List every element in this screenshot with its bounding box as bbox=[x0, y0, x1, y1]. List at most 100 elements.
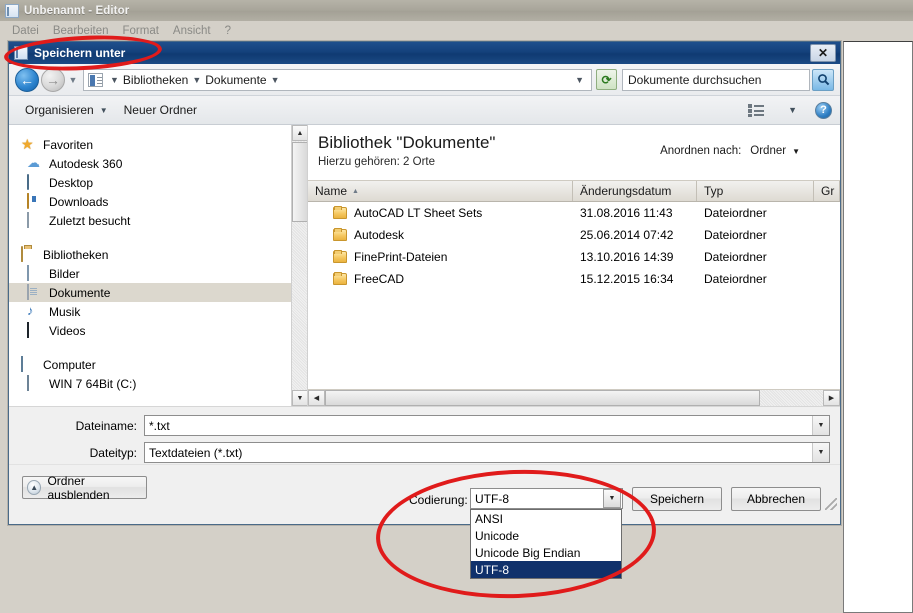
new-folder-button[interactable]: Neuer Ordner bbox=[116, 101, 205, 119]
sidebar-item-musik[interactable]: ♪ Musik bbox=[9, 302, 307, 321]
column-header-name[interactable]: Name ▲ bbox=[308, 181, 573, 201]
arrange-by-value: Ordner bbox=[750, 145, 786, 157]
forward-arrow-icon[interactable]: → bbox=[41, 68, 65, 92]
organize-button[interactable]: Organisieren ▼ bbox=[17, 101, 116, 119]
search-icon[interactable] bbox=[812, 69, 834, 91]
encoding-option-unicode-big-endian[interactable]: Unicode Big Endian bbox=[471, 544, 621, 561]
save-form: Dateiname: *.txt ▼ Dateityp: Textdateien… bbox=[9, 406, 840, 464]
menu-item-help[interactable]: ? bbox=[218, 24, 238, 38]
chevron-down-icon[interactable]: ▼ bbox=[812, 443, 829, 462]
sidebar-item-win7-c-drive[interactable]: WIN 7 64Bit (C:) bbox=[9, 374, 307, 393]
resize-grip-icon[interactable] bbox=[825, 498, 837, 510]
library-subtitle-label: Hierzu gehören: bbox=[318, 156, 400, 168]
breadcrumb-dropdown-icon[interactable]: ▼ bbox=[575, 75, 587, 85]
scroll-left-arrow-icon[interactable]: ◀ bbox=[308, 390, 325, 406]
scroll-up-arrow-icon[interactable]: ▲ bbox=[292, 125, 308, 141]
menu-item-bearbeiten[interactable]: Bearbeiten bbox=[46, 24, 116, 38]
encoding-value: UTF-8 bbox=[475, 492, 509, 506]
file-list-horizontal-scrollbar[interactable]: ◀ ▶ bbox=[308, 389, 840, 406]
table-row[interactable]: FreeCAD 15.12.2015 16:34 Dateiordner bbox=[308, 268, 840, 290]
table-row[interactable]: FinePrint-Dateien 13.10.2016 14:39 Datei… bbox=[308, 246, 840, 268]
column-header-modified[interactable]: Änderungsdatum bbox=[573, 181, 697, 201]
cancel-button[interactable]: Abbrechen bbox=[731, 487, 821, 511]
navpane-scrollbar[interactable]: ▲ ▼ bbox=[291, 125, 307, 406]
folder-icon bbox=[333, 273, 347, 285]
filetype-select[interactable]: Textdateien (*.txt) ▼ bbox=[144, 442, 830, 463]
sidebar-item-zuletzt-besucht[interactable]: Zuletzt besucht bbox=[9, 211, 307, 230]
file-name-cell: FinePrint-Dateien bbox=[308, 250, 573, 264]
chevron-right-icon[interactable]: ▼ bbox=[188, 75, 205, 85]
hard-drive-icon bbox=[27, 376, 43, 391]
breadcrumb[interactable]: ▼ Bibliotheken ▼ Dokumente ▼ ▼ bbox=[83, 69, 592, 91]
column-header-size[interactable]: Gr bbox=[814, 181, 840, 201]
sidebar-item-downloads[interactable]: Downloads bbox=[9, 192, 307, 211]
chevron-down-icon[interactable]: ▼ bbox=[66, 70, 80, 90]
chevron-right-icon[interactable]: ▼ bbox=[106, 75, 123, 85]
scrollbar-thumb[interactable] bbox=[292, 142, 308, 222]
list-view-icon bbox=[748, 103, 764, 117]
scroll-right-arrow-icon[interactable]: ▶ bbox=[823, 390, 840, 406]
column-headers: Name ▲ Änderungsdatum Typ Gr bbox=[308, 180, 840, 202]
library-subtitle-value: 2 Orte bbox=[403, 156, 435, 168]
refresh-icon[interactable]: ⟳ bbox=[596, 69, 617, 90]
organize-label: Organisieren bbox=[25, 103, 94, 117]
sidebar-item-label: Downloads bbox=[49, 195, 108, 209]
command-bar: Organisieren ▼ Neuer Ordner ▼ ? bbox=[9, 96, 840, 125]
sidebar-item-autodesk-360[interactable]: ☁ Autodesk 360 bbox=[9, 154, 307, 173]
chevron-down-icon[interactable]: ▼ bbox=[812, 416, 829, 435]
sidebar-group-bibliotheken[interactable]: Bibliotheken bbox=[9, 245, 307, 264]
close-button[interactable]: ✕ bbox=[810, 44, 836, 62]
save-button[interactable]: Speichern bbox=[632, 487, 722, 511]
navigation-bar: ← → ▼ ▼ Bibliotheken ▼ Dokumente ▼ ▼ ⟳ D… bbox=[9, 64, 840, 96]
table-row[interactable]: Autodesk 25.06.2014 07:42 Dateiordner bbox=[308, 224, 840, 246]
file-type-cell: Dateiordner bbox=[697, 206, 814, 220]
notepad-text-area[interactable] bbox=[843, 41, 913, 613]
menu-item-format[interactable]: Format bbox=[115, 24, 165, 38]
sidebar-item-label: Dokumente bbox=[49, 286, 110, 300]
column-header-type[interactable]: Typ bbox=[697, 181, 814, 201]
encoding-select[interactable]: UTF-8 ▼ bbox=[470, 488, 623, 509]
menu-item-ansicht[interactable]: Ansicht bbox=[166, 24, 218, 38]
sort-ascending-icon: ▲ bbox=[352, 188, 359, 195]
file-type-cell: Dateiordner bbox=[697, 272, 814, 286]
scrollbar-thumb[interactable] bbox=[325, 390, 760, 406]
downloads-folder-icon bbox=[27, 194, 43, 209]
view-mode-dropdown[interactable]: ▼ bbox=[774, 103, 805, 117]
sidebar-group-computer[interactable]: Computer bbox=[9, 355, 307, 374]
view-mode-button[interactable] bbox=[740, 101, 774, 119]
chevron-down-icon[interactable]: ▼ bbox=[603, 489, 621, 508]
breadcrumb-item-dokumente[interactable]: Dokumente bbox=[205, 73, 266, 87]
dialog-body: ★ Favoriten ☁ Autodesk 360 Desktop Downl… bbox=[9, 125, 840, 406]
sidebar-item-dokumente[interactable]: Dokumente bbox=[9, 283, 307, 302]
filetype-value: Textdateien (*.txt) bbox=[149, 446, 242, 460]
chevron-right-icon[interactable]: ▼ bbox=[267, 75, 284, 85]
encoding-dropdown-list[interactable]: ANSI Unicode Unicode Big Endian UTF-8 bbox=[470, 509, 622, 579]
sidebar-group-favoriten[interactable]: ★ Favoriten bbox=[9, 135, 307, 154]
star-icon: ★ bbox=[21, 137, 37, 152]
scrollbar-track[interactable] bbox=[760, 390, 823, 406]
table-row[interactable]: AutoCAD LT Sheet Sets 31.08.2016 11:43 D… bbox=[308, 202, 840, 224]
breadcrumb-item-bibliotheken[interactable]: Bibliotheken bbox=[123, 73, 188, 87]
sidebar-item-bilder[interactable]: Bilder bbox=[9, 264, 307, 283]
hide-folders-button[interactable]: ▲ Ordner ausblenden bbox=[22, 476, 147, 499]
file-modified-cell: 13.10.2016 14:39 bbox=[573, 250, 697, 264]
encoding-option-ansi[interactable]: ANSI bbox=[471, 510, 621, 527]
sidebar-item-label: Musik bbox=[49, 305, 80, 319]
encoding-option-unicode[interactable]: Unicode bbox=[471, 527, 621, 544]
back-arrow-icon[interactable]: ← bbox=[15, 68, 39, 92]
sidebar-item-desktop[interactable]: Desktop bbox=[9, 173, 307, 192]
screen: Unbenannt - Editor Datei Bearbeiten Form… bbox=[0, 0, 913, 613]
scroll-down-arrow-icon[interactable]: ▼ bbox=[292, 390, 308, 406]
sidebar-item-label: Desktop bbox=[49, 176, 93, 190]
filename-input[interactable]: *.txt ▼ bbox=[144, 415, 830, 436]
sidebar-item-videos[interactable]: Videos bbox=[9, 321, 307, 340]
help-icon[interactable]: ? bbox=[815, 102, 832, 119]
dialog-title: Speichern unter bbox=[34, 46, 125, 60]
encoding-option-utf-8[interactable]: UTF-8 bbox=[471, 561, 621, 578]
search-input[interactable]: Dokumente durchsuchen bbox=[622, 69, 810, 91]
sidebar-gap bbox=[9, 340, 307, 351]
arrange-by-control[interactable]: Anordnen nach: Ordner ▼ bbox=[660, 145, 800, 157]
menu-item-datei[interactable]: Datei bbox=[5, 24, 46, 38]
notepad-icon bbox=[5, 4, 19, 18]
folder-icon bbox=[333, 251, 347, 263]
